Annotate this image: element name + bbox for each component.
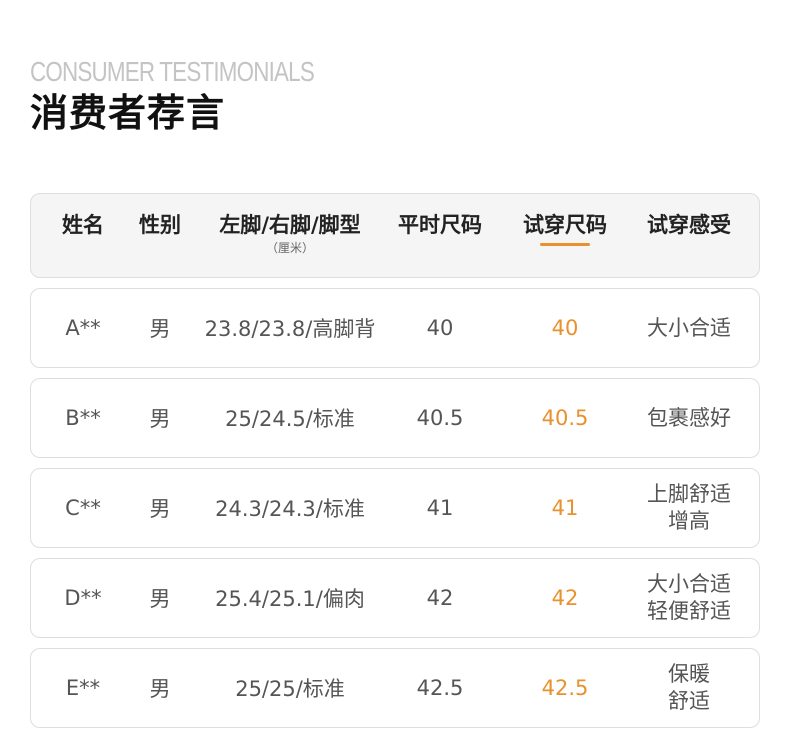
header-trial-size-label: 试穿尺码: [523, 213, 607, 237]
row-usual-size: 42: [426, 586, 454, 610]
row-feeling-line-2: 增高: [668, 509, 710, 533]
header-trial-size: 试穿尺码: [485, 194, 645, 246]
row-name: D**: [64, 586, 102, 610]
row-name: C**: [65, 496, 101, 520]
row-trial-size: 41: [551, 496, 579, 520]
row-usual-size: 40: [426, 316, 454, 340]
header-usual-size: 平时尺码: [398, 213, 482, 237]
row-trial-size: 40.5: [541, 406, 589, 430]
row-feeling-line-1: 上脚舒适: [647, 482, 731, 506]
row-feet: 25.4/25.1/偏肉: [215, 587, 365, 611]
row-feet: 25/24.5/标准: [225, 407, 355, 431]
header-feet-unit: （厘米）: [265, 241, 314, 255]
row-gender: 男: [149, 677, 171, 701]
header-feet-label: 左脚/右脚/脚型: [219, 213, 361, 237]
row-feet: 23.8/23.8/高脚背: [204, 317, 376, 341]
row-usual-size: 41: [426, 496, 454, 520]
row-feeling: 保暖 舒适: [645, 661, 733, 715]
row-feeling-line-2: 轻便舒适: [647, 599, 731, 623]
row-gender: 男: [149, 497, 171, 521]
section-header: CONSUMER TESTIMONIALS 消费者荐言: [30, 56, 385, 137]
row-feeling-line-1: 保暖: [668, 662, 710, 686]
row-name: B**: [65, 406, 101, 430]
table-row: A** 男 23.8/23.8/高脚背 40 40 大小合适: [30, 288, 760, 368]
row-feeling: 包裹感好: [645, 405, 733, 432]
testimonial-table: 姓名 性别 左脚/右脚/脚型 （厘米） 平时尺码 试穿尺码 试穿感受 A** 男…: [30, 193, 760, 738]
section-eyebrow: CONSUMER TESTIMONIALS: [30, 56, 315, 87]
table-row: B** 男 25/24.5/标准 40.5 40.5 包裹感好: [30, 378, 760, 458]
row-trial-size: 40: [551, 316, 579, 340]
table-rows: A** 男 23.8/23.8/高脚背 40 40 大小合适 B** 男 25/…: [30, 288, 760, 728]
header-feet: 左脚/右脚/脚型 （厘米）: [185, 194, 395, 256]
section-title: 消费者荐言: [30, 91, 226, 135]
row-trial-size: 42.5: [541, 676, 589, 700]
table-row: C** 男 24.3/24.3/标准 41 41 上脚舒适 增高: [30, 468, 760, 548]
row-usual-size: 42.5: [416, 676, 464, 700]
row-feeling-line-1: 包裹感好: [647, 405, 731, 430]
row-name: A**: [65, 316, 101, 340]
table-row: D** 男 25.4/25.1/偏肉 42 42 大小合适 轻便舒适: [30, 558, 760, 638]
row-feet: 24.3/24.3/标准: [215, 497, 365, 521]
header-feeling: 试穿感受: [647, 213, 731, 237]
row-name: E**: [65, 676, 101, 700]
row-usual-size: 40.5: [416, 406, 464, 430]
header-name: 姓名: [62, 213, 104, 237]
row-feeling: 大小合适 轻便舒适: [645, 571, 733, 625]
row-gender: 男: [149, 317, 171, 341]
trial-size-underline: [540, 243, 590, 246]
table-header: 姓名 性别 左脚/右脚/脚型 （厘米） 平时尺码 试穿尺码 试穿感受: [30, 193, 760, 278]
row-feet: 25/25/标准: [235, 677, 345, 701]
row-feeling-line-1: 大小合适: [647, 315, 731, 340]
row-feeling-line-1: 大小合适: [647, 572, 731, 596]
row-gender: 男: [149, 407, 171, 431]
header-gender: 性别: [139, 213, 181, 237]
table-row: E** 男 25/25/标准 42.5 42.5 保暖 舒适: [30, 648, 760, 728]
row-gender: 男: [149, 587, 171, 611]
row-feeling: 大小合适: [645, 315, 733, 342]
row-feeling: 上脚舒适 增高: [645, 481, 733, 535]
row-feeling-line-2: 舒适: [668, 689, 710, 713]
row-trial-size: 42: [551, 586, 579, 610]
